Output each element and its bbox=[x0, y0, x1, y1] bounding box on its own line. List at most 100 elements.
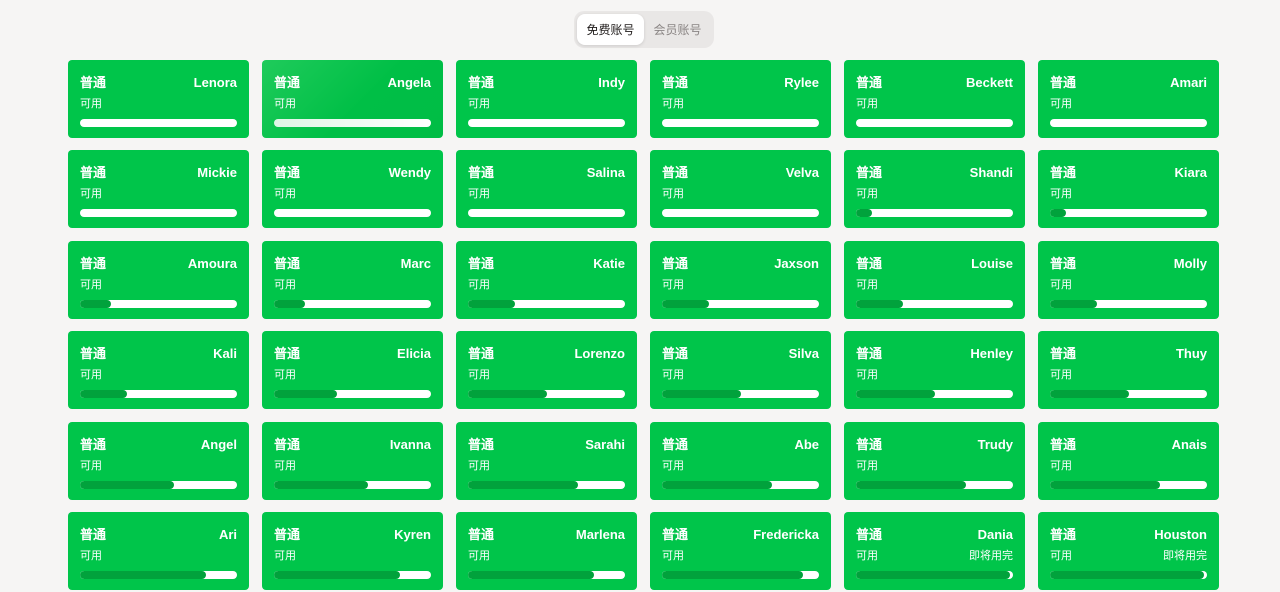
account-card[interactable]: 普通 Abe 可用 bbox=[650, 421, 831, 500]
account-card[interactable]: 普通 Velva 可用 bbox=[650, 150, 831, 229]
card-header: 普通 Ari bbox=[80, 527, 237, 542]
account-name: Elicia bbox=[397, 346, 431, 362]
account-card[interactable]: 普通 Salina 可用 bbox=[456, 150, 637, 229]
account-status: 可用 bbox=[856, 188, 878, 201]
account-card[interactable]: 普通 Molly 可用 bbox=[1038, 240, 1219, 319]
card-status-row: 可用 bbox=[468, 188, 625, 201]
account-card[interactable]: 普通 Kali 可用 bbox=[68, 331, 249, 410]
usage-progress-bar bbox=[274, 209, 431, 218]
usage-progress-bar bbox=[274, 480, 431, 489]
account-name: Henley bbox=[970, 346, 1013, 362]
usage-progress-bar bbox=[1050, 570, 1207, 579]
account-card[interactable]: 普通 Elicia 可用 bbox=[262, 331, 443, 410]
account-name: Mickie bbox=[197, 165, 237, 181]
account-type-label: 普通 bbox=[80, 526, 107, 542]
card-status-row: 可用 bbox=[274, 98, 431, 111]
account-card[interactable]: 普通 Rylee 可用 bbox=[650, 60, 831, 138]
account-name: Ivanna bbox=[389, 436, 431, 452]
account-name: Lorenzo bbox=[574, 346, 625, 362]
account-card[interactable]: 普通 Angel 可用 bbox=[68, 421, 249, 500]
card-status-row: 可用 即将用完 bbox=[856, 550, 1013, 563]
usage-progress-bar bbox=[274, 299, 431, 308]
account-name: Beckett bbox=[966, 75, 1013, 90]
usage-progress-bar bbox=[468, 570, 625, 579]
account-card[interactable]: 普通 Silva 可用 bbox=[650, 331, 831, 410]
account-name: Fredericka bbox=[753, 526, 819, 542]
account-card[interactable]: 普通 Ivanna 可用 bbox=[262, 421, 443, 500]
account-card[interactable]: 普通 Ari 可用 bbox=[68, 511, 249, 590]
card-header: 普通 Katie bbox=[468, 256, 625, 271]
account-card[interactable]: 普通 Lenora 可用 bbox=[68, 60, 249, 138]
usage-progress-fill bbox=[662, 299, 710, 308]
account-status: 可用 bbox=[856, 369, 878, 382]
card-status-row: 可用 bbox=[80, 98, 237, 111]
account-type-label: 普通 bbox=[80, 255, 107, 271]
card-header: 普通 Molly bbox=[1050, 256, 1207, 271]
account-card[interactable]: 普通 Dania 可用 即将用完 bbox=[844, 511, 1025, 590]
usage-progress-fill bbox=[468, 570, 594, 579]
account-card[interactable]: 普通 Anais 可用 bbox=[1038, 421, 1219, 500]
account-name: Molly bbox=[1173, 255, 1207, 271]
account-status: 可用 bbox=[1050, 278, 1072, 291]
usage-progress-bar bbox=[1050, 119, 1207, 127]
account-card[interactable]: 普通 Sarahi 可用 bbox=[456, 421, 637, 500]
usage-warning: 即将用完 bbox=[1163, 549, 1207, 562]
usage-progress-fill bbox=[80, 390, 128, 399]
card-header: 普通 Dania bbox=[856, 527, 1013, 542]
account-status: 可用 bbox=[662, 459, 684, 472]
account-card[interactable]: 普通 Houston 可用 即将用完 bbox=[1038, 511, 1219, 590]
account-name: Houston bbox=[1154, 526, 1207, 542]
account-card[interactable]: 普通 Jaxson 可用 bbox=[650, 240, 831, 319]
account-name: Sarahi bbox=[585, 436, 625, 452]
card-status-row: 可用 bbox=[468, 460, 625, 473]
account-card[interactable]: 普通 Wendy 可用 bbox=[262, 150, 443, 229]
card-status-row: 可用 bbox=[80, 188, 237, 201]
account-card[interactable]: 普通 Indy 可用 bbox=[456, 60, 637, 138]
card-status-row: 可用 bbox=[274, 460, 431, 473]
account-type-label: 普通 bbox=[468, 526, 495, 542]
tab-free-accounts[interactable]: 免费账号 bbox=[577, 14, 644, 45]
usage-progress-bar bbox=[274, 390, 431, 399]
account-card[interactable]: 普通 Thuy 可用 bbox=[1038, 331, 1219, 410]
usage-progress-bar bbox=[856, 480, 1013, 489]
tab-member-accounts[interactable]: 会员账号 bbox=[644, 14, 711, 45]
usage-progress-bar bbox=[468, 390, 625, 399]
card-status-row: 可用 bbox=[856, 279, 1013, 292]
account-card[interactable]: 普通 Marc 可用 bbox=[262, 240, 443, 319]
account-card[interactable]: 普通 Amoura 可用 bbox=[68, 240, 249, 319]
usage-progress-bar bbox=[468, 480, 625, 489]
account-type-label: 普通 bbox=[662, 75, 689, 90]
usage-progress-bar bbox=[662, 119, 819, 127]
account-card[interactable]: 普通 Beckett 可用 bbox=[844, 60, 1025, 138]
usage-progress-fill bbox=[468, 390, 547, 399]
account-card[interactable]: 普通 Henley 可用 bbox=[844, 331, 1025, 410]
card-status-row: 可用 bbox=[662, 550, 819, 563]
account-card[interactable]: 普通 Lorenzo 可用 bbox=[456, 331, 637, 410]
account-card[interactable]: 普通 Katie 可用 bbox=[456, 240, 637, 319]
account-card[interactable]: 普通 Louise 可用 bbox=[844, 240, 1025, 319]
card-status-row: 可用 bbox=[662, 460, 819, 473]
card-status-row: 可用 bbox=[856, 369, 1013, 382]
account-status: 可用 bbox=[856, 278, 878, 291]
card-header: 普通 Jaxson bbox=[662, 256, 819, 271]
usage-progress-fill bbox=[662, 390, 741, 399]
account-type-label: 普通 bbox=[274, 165, 301, 181]
usage-progress-fill bbox=[1050, 480, 1160, 489]
account-card[interactable]: 普通 Amari 可用 bbox=[1038, 60, 1219, 138]
account-card[interactable]: 普通 Shandi 可用 bbox=[844, 150, 1025, 229]
usage-progress-bar bbox=[274, 119, 431, 127]
account-card[interactable]: 普通 Marlena 可用 bbox=[456, 511, 637, 590]
card-status-row: 可用 bbox=[274, 550, 431, 563]
account-card[interactable]: 普通 Fredericka 可用 bbox=[650, 511, 831, 590]
account-name: Kiara bbox=[1174, 165, 1207, 181]
account-name: Marc bbox=[400, 255, 431, 271]
account-card[interactable]: 普通 Angela 可用 bbox=[262, 60, 443, 138]
account-status: 可用 bbox=[468, 278, 490, 291]
account-card[interactable]: 普通 Kyren 可用 bbox=[262, 511, 443, 590]
account-card[interactable]: 普通 Kiara 可用 bbox=[1038, 150, 1219, 229]
account-name: Kali bbox=[213, 346, 237, 362]
account-card[interactable]: 普通 Mickie 可用 bbox=[68, 150, 249, 229]
account-status: 可用 bbox=[80, 369, 102, 382]
account-card[interactable]: 普通 Trudy 可用 bbox=[844, 421, 1025, 500]
account-name: Angel bbox=[200, 436, 237, 452]
